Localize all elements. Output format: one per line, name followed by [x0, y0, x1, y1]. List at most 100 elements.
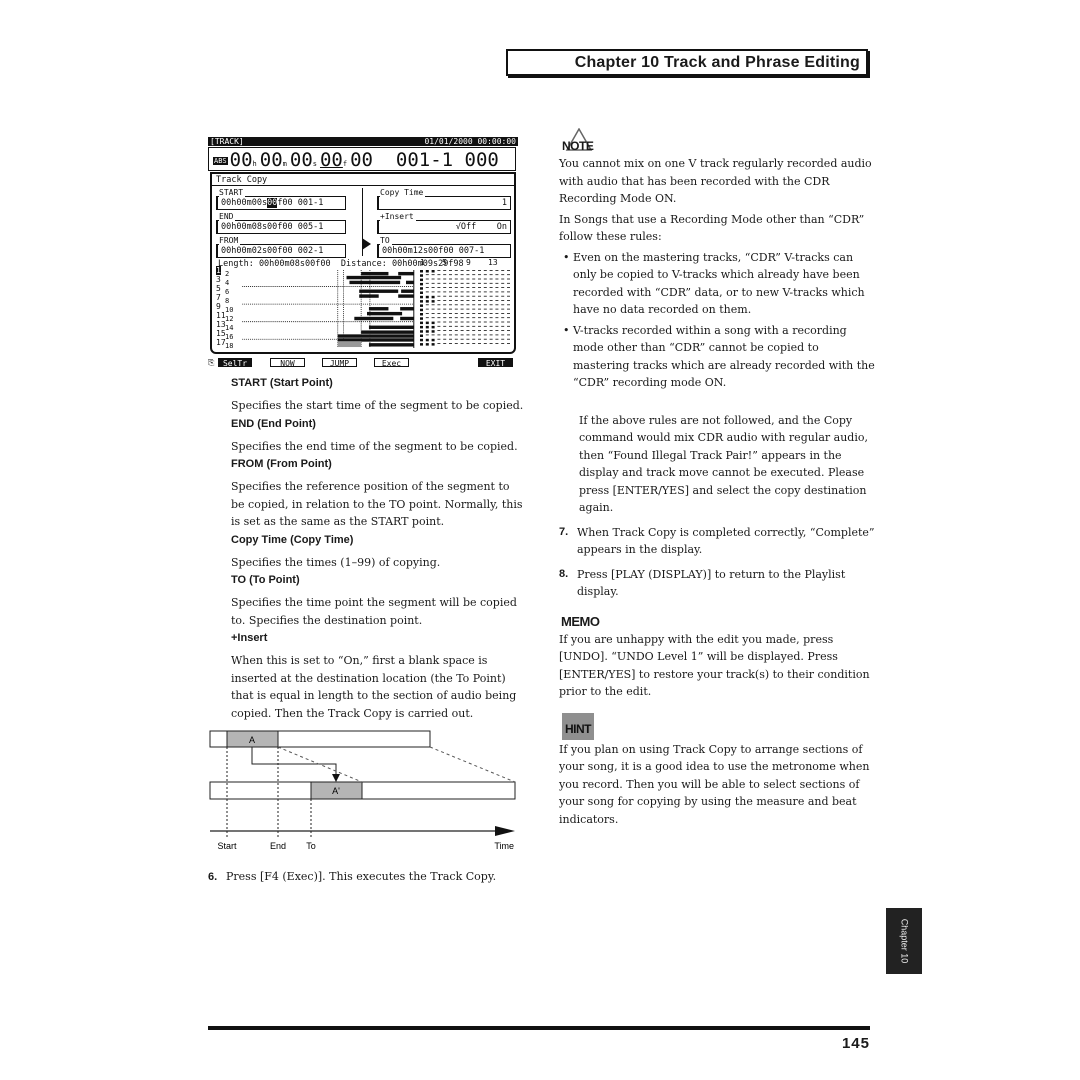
- v-track-cell[interactable]: [443, 321, 447, 323]
- v-track-cell[interactable]: [449, 313, 452, 314]
- v-track-cell[interactable]: [507, 282, 510, 284]
- v-track-cell[interactable]: [420, 325, 423, 329]
- v-track-cell[interactable]: [478, 325, 481, 327]
- v-track-cell[interactable]: [443, 330, 447, 331]
- v-track-cell[interactable]: [472, 274, 476, 276]
- v-track-cell[interactable]: [449, 321, 452, 323]
- v-track-cell[interactable]: [460, 343, 464, 344]
- v-track-cell[interactable]: [431, 330, 435, 333]
- v-track-cell[interactable]: [489, 304, 493, 306]
- v-track-cell[interactable]: [478, 300, 481, 301]
- v-track-cell[interactable]: [437, 321, 441, 323]
- v-track-cell[interactable]: [478, 270, 481, 271]
- v-track-cell[interactable]: [420, 282, 423, 286]
- v-track-cell[interactable]: [420, 313, 423, 316]
- v-track-cell[interactable]: [495, 287, 499, 288]
- v-track-cell[interactable]: [443, 287, 447, 288]
- v-track-cell[interactable]: [472, 313, 476, 314]
- v-track-cell[interactable]: [489, 308, 493, 310]
- v-track-cell[interactable]: [449, 304, 452, 306]
- v-track-cell[interactable]: [431, 291, 435, 293]
- v-track-cell[interactable]: [449, 282, 452, 284]
- v-track-cell[interactable]: [431, 295, 435, 299]
- v-track-cell[interactable]: [460, 330, 464, 331]
- v-track-cell[interactable]: [449, 300, 452, 301]
- v-track-cell[interactable]: [472, 321, 476, 323]
- v-track-cell[interactable]: [443, 325, 447, 327]
- v-track-cell[interactable]: [449, 270, 452, 271]
- v-track-cell[interactable]: [431, 338, 435, 342]
- v-track-cell[interactable]: [431, 287, 435, 288]
- v-track-cell[interactable]: [454, 287, 458, 288]
- v-track-cell[interactable]: [507, 330, 510, 331]
- v-track-cell[interactable]: [501, 317, 505, 319]
- v-track-cell[interactable]: [478, 287, 481, 288]
- v-track-cell[interactable]: [454, 338, 458, 340]
- v-track-cell[interactable]: [420, 291, 423, 295]
- v-track-cell[interactable]: [460, 278, 464, 280]
- v-track-cell[interactable]: [483, 287, 487, 288]
- v-track-cell[interactable]: [425, 338, 429, 342]
- v-track-cell[interactable]: [420, 274, 423, 277]
- v-track-cell[interactable]: [495, 308, 499, 310]
- v-track-cell[interactable]: [454, 334, 458, 336]
- v-track-cell[interactable]: [460, 313, 464, 314]
- v-track-cell[interactable]: [466, 278, 470, 280]
- v-track-cell[interactable]: [437, 317, 441, 319]
- v-track-cell[interactable]: [443, 304, 447, 306]
- v-track-cell[interactable]: [443, 313, 447, 314]
- v-track-cell[interactable]: [472, 278, 476, 280]
- v-track-cell[interactable]: [483, 282, 487, 284]
- v-track-cell[interactable]: [425, 291, 429, 293]
- v-track-cell[interactable]: [489, 300, 493, 301]
- v-track-cell[interactable]: [495, 330, 499, 331]
- v-track-cell[interactable]: [425, 313, 429, 314]
- v-track-cell[interactable]: [478, 313, 481, 314]
- v-track-cell[interactable]: [483, 308, 487, 310]
- v-track-cell[interactable]: [460, 325, 464, 327]
- v-track-cell[interactable]: [420, 338, 423, 342]
- v-track-cell[interactable]: [495, 295, 499, 297]
- v-track-cell[interactable]: [495, 338, 499, 340]
- v-track-cell[interactable]: [431, 282, 435, 284]
- v-track-cell[interactable]: [437, 282, 441, 284]
- v-track-cell[interactable]: [495, 291, 499, 293]
- v-track-cell[interactable]: [460, 304, 464, 306]
- v-track-cell[interactable]: [483, 330, 487, 331]
- v-track-cell[interactable]: [472, 308, 476, 310]
- v-track-cell[interactable]: [501, 304, 505, 306]
- v-track-cell[interactable]: [501, 338, 505, 340]
- v-track-cell[interactable]: [507, 287, 510, 288]
- v-track-cell[interactable]: [507, 270, 510, 271]
- v-track-cell[interactable]: [454, 300, 458, 301]
- v-track-cell[interactable]: [489, 334, 493, 336]
- v-track-cell[interactable]: [483, 304, 487, 306]
- v-track-cell[interactable]: [443, 270, 447, 271]
- v-track-cell[interactable]: [495, 282, 499, 284]
- v-track-cell[interactable]: [483, 291, 487, 293]
- v-track-cell[interactable]: [449, 317, 452, 319]
- v-track-cell[interactable]: [501, 330, 505, 331]
- v-track-cell[interactable]: [425, 321, 429, 325]
- v-track-cell[interactable]: [483, 338, 487, 340]
- v-track-cell[interactable]: [454, 270, 458, 271]
- fkey-jump[interactable]: JUMP: [322, 358, 357, 368]
- v-track-cell[interactable]: [478, 295, 481, 297]
- from-field[interactable]: FROM 00h00m02s00f00 002-1: [216, 237, 346, 258]
- v-track-cell[interactable]: [431, 308, 435, 310]
- v-track-cell[interactable]: [507, 338, 510, 340]
- v-track-cell[interactable]: [483, 317, 487, 319]
- track-pair-label[interactable]: 17 18: [216, 338, 238, 350]
- v-track-cell[interactable]: [466, 325, 470, 327]
- v-track-cell[interactable]: [466, 317, 470, 319]
- v-track-cell[interactable]: [425, 274, 429, 276]
- v-track-cell[interactable]: [437, 334, 441, 336]
- v-track-cell[interactable]: [431, 317, 435, 319]
- v-track-cell[interactable]: [489, 274, 493, 276]
- v-track-cell[interactable]: [507, 343, 510, 344]
- v-track-cell[interactable]: [466, 321, 470, 323]
- v-track-cell[interactable]: [454, 291, 458, 293]
- v-track-cell[interactable]: [425, 282, 429, 284]
- v-track-cell[interactable]: [420, 295, 423, 299]
- v-track-cell[interactable]: [501, 343, 505, 344]
